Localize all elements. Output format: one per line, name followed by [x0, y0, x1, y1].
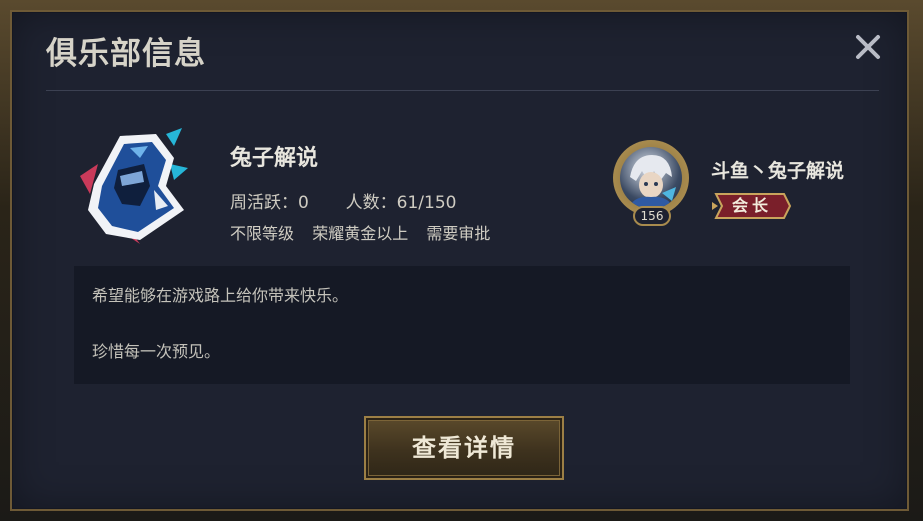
club-logo-icon — [80, 128, 188, 244]
requirement-approval: 需要审批 — [426, 224, 491, 243]
leader-level-badge: 156 — [633, 206, 671, 226]
avatar-image — [620, 147, 682, 209]
club-description: 希望能够在游戏路上给你带来快乐。 珍惜每一次预见。 — [74, 266, 850, 384]
weekly-active-label: 周活跃： — [230, 193, 298, 213]
club-name: 兔子解说 — [230, 146, 319, 171]
requirement-level: 不限等级 — [230, 224, 295, 243]
close-icon[interactable] — [851, 30, 885, 64]
club-stats: 周活跃：0 人数：61/150 — [230, 188, 456, 213]
view-details-button[interactable]: 查看详情 — [364, 416, 564, 480]
join-requirements: 不限等级 荣耀黄金以上 需要审批 — [230, 220, 490, 244]
leader-name: 斗鱼丶兔子解说 — [711, 160, 845, 182]
leader-avatar[interactable]: 156 — [613, 140, 693, 232]
description-line-2: 珍惜每一次预见。 — [92, 342, 221, 361]
weekly-active-value: 0 — [298, 193, 309, 213]
leader-role-badge: 会长 — [712, 192, 792, 220]
description-line-1: 希望能够在游戏路上给你带来快乐。 — [92, 286, 349, 305]
avatar-portrait-icon — [628, 155, 676, 209]
dialog-title: 俱乐部信息 — [46, 36, 206, 72]
title-divider — [46, 90, 879, 91]
requirement-rank: 荣耀黄金以上 — [312, 224, 409, 243]
members-label: 人数： — [345, 193, 397, 213]
members-value: 61/150 — [396, 193, 457, 213]
role-label: 会长 — [731, 196, 772, 215]
club-info-dialog: 俱乐部信息 兔子解说 周活跃：0 人数：61/150 不限等级 荣耀黄金以上 需… — [10, 10, 909, 511]
